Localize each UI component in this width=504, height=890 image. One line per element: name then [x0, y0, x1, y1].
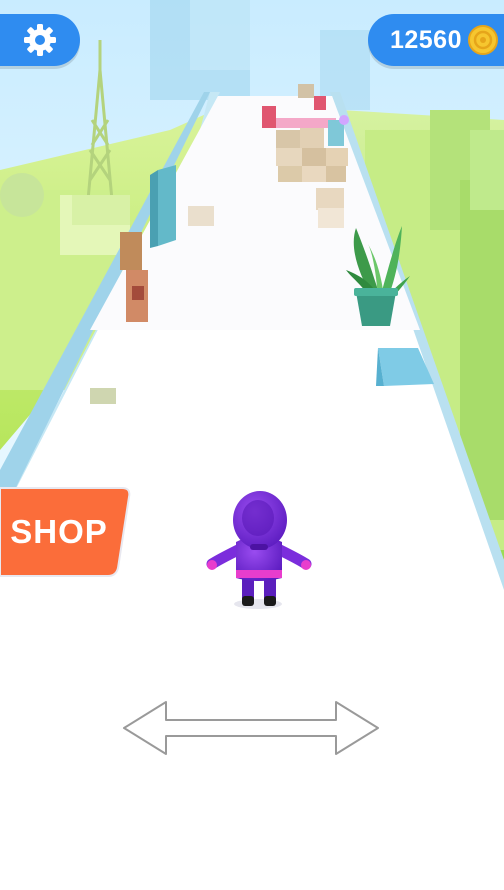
game-scene	[0, 0, 504, 890]
coin-icon	[468, 25, 498, 55]
double-arrow-icon	[123, 701, 379, 755]
gear-icon	[24, 24, 56, 56]
shop-label[interactable]: SHOP	[0, 486, 118, 578]
settings-button[interactable]	[0, 14, 80, 66]
coin-count: 12560	[389, 25, 462, 54]
coin-counter: 12560	[368, 14, 504, 66]
